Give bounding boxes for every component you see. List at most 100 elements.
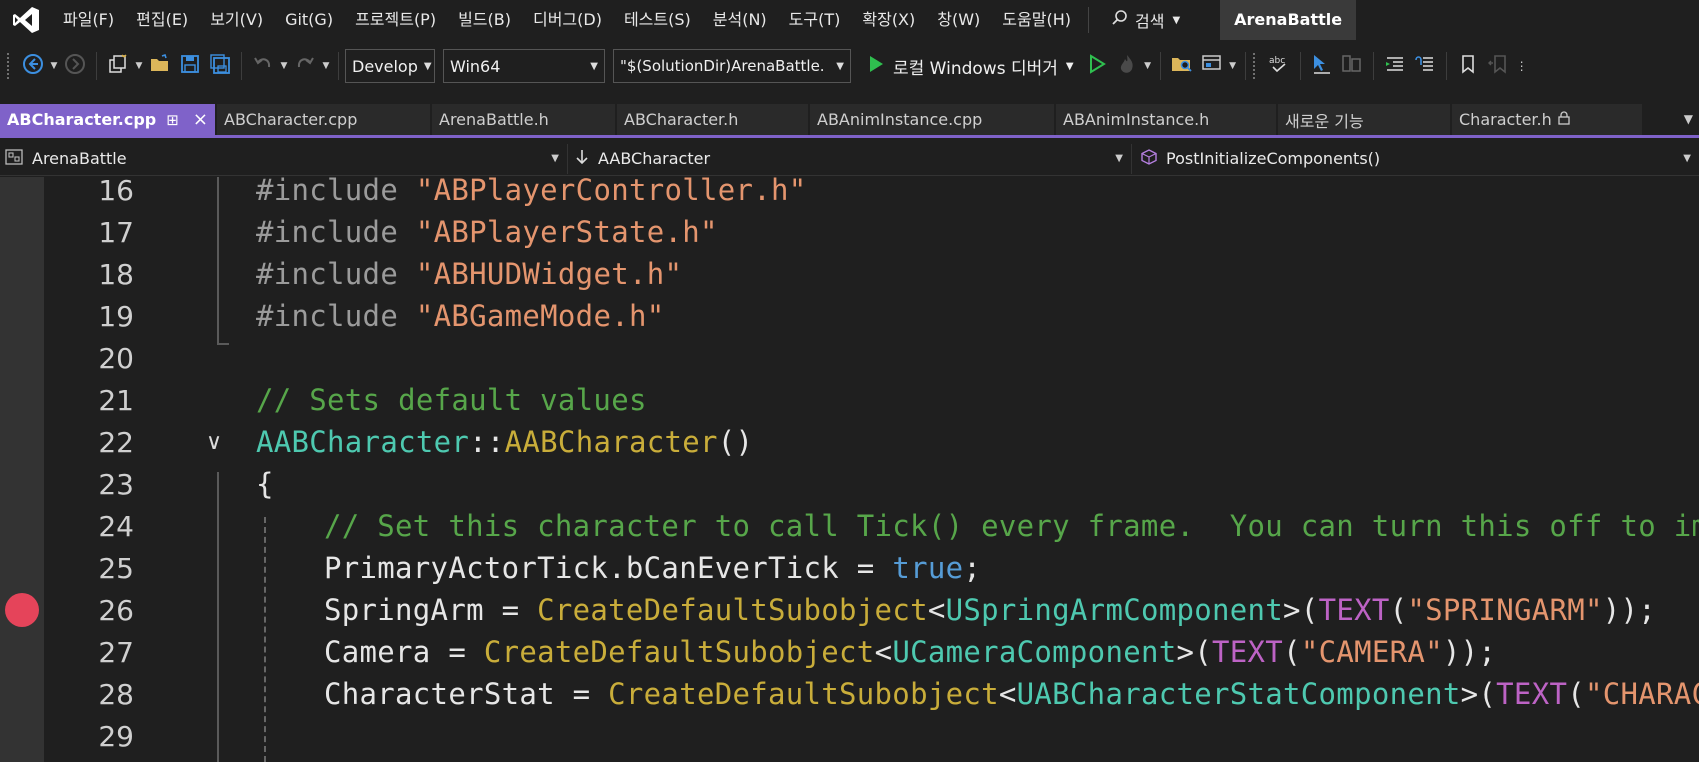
hot-reload-button[interactable] (1112, 50, 1142, 82)
chevron-down-icon[interactable]: ▼ (1227, 50, 1239, 82)
code-line[interactable]: 25 PrimaryActorTick.bCanEverTick = true; (44, 547, 1699, 589)
code-line[interactable]: 24 // Set this character to call Tick() e… (44, 505, 1699, 547)
search-button[interactable]: 검색 ▼ (1101, 0, 1190, 40)
code-editor[interactable]: 16 #include "ABPlayerController.h" 17 #incl… (0, 177, 1699, 762)
start-without-debugging-button[interactable] (1082, 50, 1112, 82)
tab-abcharacter-cpp-2[interactable]: ABCharacter.cpp (217, 104, 430, 135)
menu-item[interactable]: 디버그(D) (522, 0, 613, 40)
tab-abcharacter-cpp[interactable]: ABCharacter.cpp ⊞ × (0, 104, 215, 135)
navigate-back-button[interactable] (18, 50, 48, 82)
outdent-icon (1383, 53, 1407, 79)
code-token: ( (1567, 677, 1585, 711)
menu-item[interactable]: 프로젝트(P) (344, 0, 447, 40)
bookmark-icon (1457, 53, 1479, 79)
code-line[interactable]: 17 #include "ABPlayerState.h" (44, 211, 1699, 253)
chevron-down-icon: ▼ (1172, 14, 1181, 26)
code-token: PrimaryActorTick.bCanEverTick = (324, 551, 893, 585)
breakpoint-margin[interactable] (0, 177, 44, 762)
code-line[interactable]: 27 Camera = CreateDefaultSubobject<UCamer… (44, 631, 1699, 673)
member-dropdown[interactable]: PostInitializeComponents() ▼ (1132, 144, 1699, 174)
tab-abaniminstance-cpp[interactable]: ABAnimInstance.cpp (810, 104, 1054, 135)
menu-item[interactable]: 확장(X) (851, 0, 926, 40)
toolbar-separator (1299, 52, 1301, 80)
fold-chevron-icon[interactable]: ∨ (206, 430, 222, 455)
menu-item[interactable]: Git(G) (274, 0, 344, 40)
outdent-button[interactable] (1380, 50, 1410, 82)
code-line[interactable]: 22 ∨ AABCharacter::AABCharacter() (44, 421, 1699, 463)
play-icon (867, 54, 885, 79)
line-number: 29 (98, 719, 134, 753)
startup-item-select[interactable]: "$(SolutionDir)ArenaBattle. ▼ (613, 49, 851, 83)
code-line[interactable]: 18 #include "ABHUDWidget.h" (44, 253, 1699, 295)
menu-item[interactable]: 도구(T) (778, 0, 852, 40)
chevron-down-icon[interactable]: ▼ (48, 50, 60, 82)
menu-item[interactable]: 보기(V) (199, 0, 274, 40)
solution-configuration-select[interactable]: Develop ▼ (345, 49, 435, 83)
chevron-down-icon[interactable]: ▼ (133, 50, 145, 82)
breakpoint-icon[interactable] (5, 593, 39, 627)
close-icon[interactable]: × (193, 109, 208, 130)
menu-item[interactable]: 테스트(S) (613, 0, 702, 40)
code-line[interactable]: 28 CharacterStat = CreateDefaultSubobject… (44, 673, 1699, 715)
chevron-down-icon[interactable]: ▼ (1142, 50, 1154, 82)
bookmark-prev-icon (1487, 53, 1509, 79)
code-text: #include "ABPlayerState.h" (256, 215, 718, 249)
select-element-button[interactable] (1307, 50, 1337, 82)
display-layout-button[interactable] (1337, 50, 1367, 82)
toolbar-separator (241, 52, 242, 80)
previous-bookmark-button[interactable] (1483, 50, 1513, 82)
menu-item[interactable]: 빌드(B) (447, 0, 522, 40)
code-line[interactable]: 16 #include "ABPlayerController.h" (44, 177, 1699, 211)
save-all-button[interactable] (205, 50, 235, 82)
spell-check-button[interactable]: abc (1264, 50, 1294, 82)
scope-dropdown[interactable]: AABCharacter ▼ (568, 143, 1132, 174)
tab-whats-new[interactable]: 새로운 기능 (1278, 104, 1450, 135)
code-token: #include (256, 299, 416, 333)
line-number: 16 (98, 177, 134, 207)
code-line[interactable]: 29 (44, 715, 1699, 757)
tab-arenabattle-h[interactable]: ArenaBattle.h (432, 104, 615, 135)
new-project-button[interactable] (103, 50, 133, 82)
code-line[interactable]: 21 // Sets default values (44, 379, 1699, 421)
tab-overflow-icon[interactable]: ▼ (1684, 112, 1693, 126)
code-token: TEXT (1318, 593, 1390, 627)
menu-item[interactable]: 도움말(H) (991, 0, 1082, 40)
menu-item[interactable]: 편집(E) (125, 0, 199, 40)
chevron-down-icon: ▼ (1115, 153, 1123, 164)
toggle-bookmark-button[interactable] (1453, 50, 1483, 82)
tab-abaniminstance-h[interactable]: ABAnimInstance.h (1056, 104, 1276, 135)
tab-character-h[interactable]: Character.h (1452, 104, 1642, 135)
tab-label: ABCharacter.h (624, 110, 739, 129)
visual-studio-logo-icon[interactable] (0, 0, 52, 40)
start-debugging-button[interactable]: 로컬 Windows 디버거 ▼ (859, 49, 1082, 83)
tab-abcharacter-h[interactable]: ABCharacter.h (617, 104, 808, 135)
redo-button[interactable] (290, 50, 320, 82)
chevron-down-icon: ▼ (590, 60, 598, 72)
navigate-forward-button[interactable] (60, 50, 90, 82)
code-token: )); (1602, 593, 1657, 627)
menu-separator (1087, 7, 1089, 33)
code-line[interactable]: 26 SpringArm = CreateDefaultSubobject<USp… (44, 589, 1699, 631)
toolbar-grip[interactable] (1251, 52, 1256, 80)
code-line[interactable]: 23 { (44, 463, 1699, 505)
find-in-files-button[interactable] (1167, 50, 1197, 82)
svg-text:abc: abc (1269, 56, 1285, 66)
menu-item[interactable]: 분석(N) (702, 0, 778, 40)
code-token: #include (256, 215, 416, 249)
project-dropdown[interactable]: ArenaBattle ▼ (0, 143, 568, 174)
indent-button[interactable] (1410, 50, 1440, 82)
open-file-button[interactable] (145, 50, 175, 82)
undo-button[interactable] (248, 50, 278, 82)
code-line[interactable]: 20 (44, 337, 1699, 379)
code-line[interactable]: 19 #include "ABGameMode.h" (44, 295, 1699, 337)
menu-item[interactable]: 창(W) (926, 0, 991, 40)
pin-icon[interactable]: ⊞ (166, 111, 179, 129)
menu-item[interactable]: 파일(F) (52, 0, 125, 40)
save-button[interactable] (175, 50, 205, 82)
chevron-down-icon[interactable]: ▼ (320, 50, 332, 82)
class-view-button[interactable] (1197, 50, 1227, 82)
toolbar-grip[interactable] (6, 52, 10, 80)
solution-platform-select[interactable]: Win64 ▼ (443, 49, 605, 83)
toolbar-overflow-button[interactable]: ⋮ (1513, 50, 1531, 82)
chevron-down-icon[interactable]: ▼ (278, 50, 290, 82)
